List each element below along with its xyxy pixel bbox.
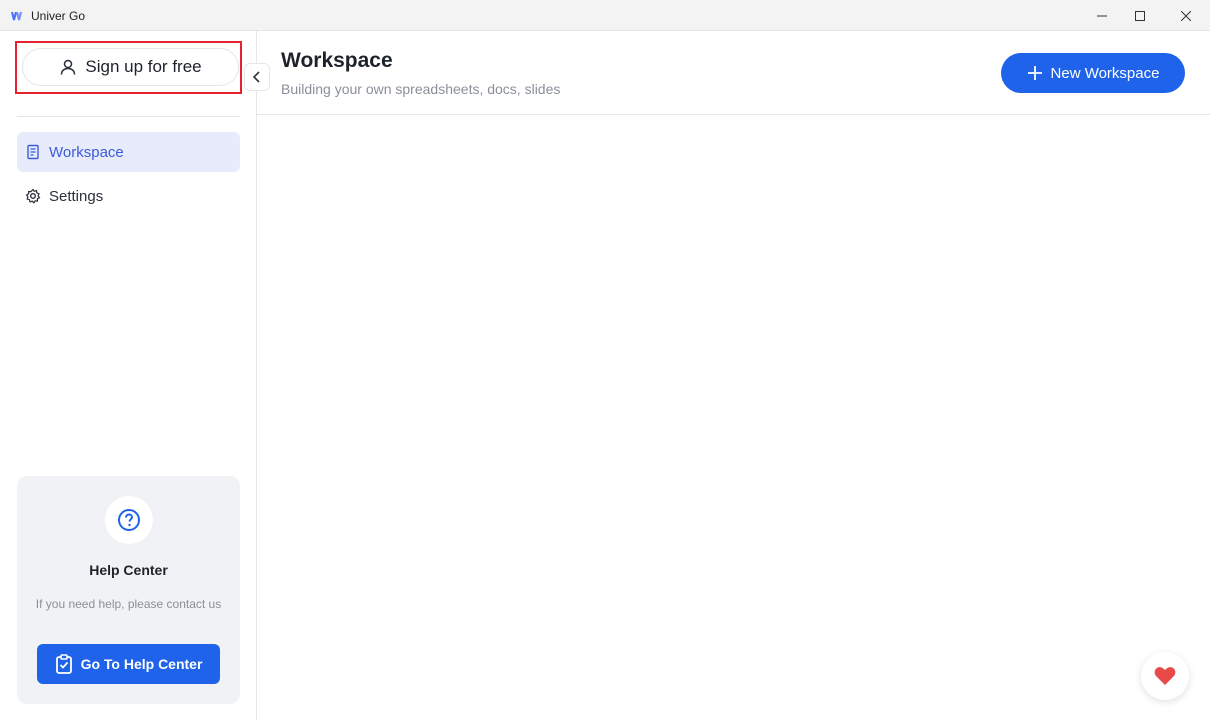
sidebar-item-label: Workspace	[49, 143, 124, 161]
minimize-icon	[1097, 15, 1107, 16]
close-button[interactable]	[1163, 0, 1209, 31]
sidebar-item-settings[interactable]: Settings	[17, 176, 240, 216]
page-title: Workspace	[281, 49, 393, 72]
user-icon	[61, 59, 76, 75]
help-icon-container	[105, 496, 153, 544]
signup-button[interactable]: Sign up for free	[22, 48, 239, 86]
sidebar-item-label: Settings	[49, 187, 104, 205]
sidebar-divider	[17, 116, 240, 117]
window-title: Univer Go	[31, 9, 86, 23]
help-center-card: Help Center If you need help, please con…	[17, 476, 240, 704]
sidebar: Sign up for free Workspace Settings Help	[0, 31, 270, 720]
close-icon	[1181, 10, 1191, 21]
question-circle-icon	[118, 509, 140, 531]
workspace-icon	[27, 144, 39, 160]
clipboard-check-icon	[55, 654, 72, 674]
signup-label: Sign up for free	[85, 57, 202, 76]
univer-logo-icon	[11, 11, 22, 21]
help-description: If you need help, please contact us	[35, 597, 222, 611]
plus-icon	[1027, 66, 1042, 80]
help-button-label: Go To Help Center	[80, 656, 203, 672]
new-workspace-label: New Workspace	[1050, 64, 1160, 82]
heart-icon	[1154, 667, 1176, 685]
title-bar: Univer Go	[0, 0, 1210, 31]
new-workspace-button[interactable]: New Workspace	[1001, 53, 1185, 93]
maximize-button[interactable]	[1117, 0, 1163, 31]
go-to-help-center-button[interactable]: Go To Help Center	[37, 644, 220, 684]
feedback-heart-button[interactable]	[1141, 652, 1189, 700]
help-title: Help Center	[89, 562, 168, 578]
gear-icon	[25, 188, 41, 204]
sidebar-item-workspace[interactable]: Workspace	[17, 132, 240, 172]
maximize-icon	[1135, 10, 1145, 21]
page-subtitle: Building your own spreadsheets, docs, sl…	[281, 81, 561, 97]
main-header: Workspace Building your own spreadsheets…	[257, 31, 1210, 115]
